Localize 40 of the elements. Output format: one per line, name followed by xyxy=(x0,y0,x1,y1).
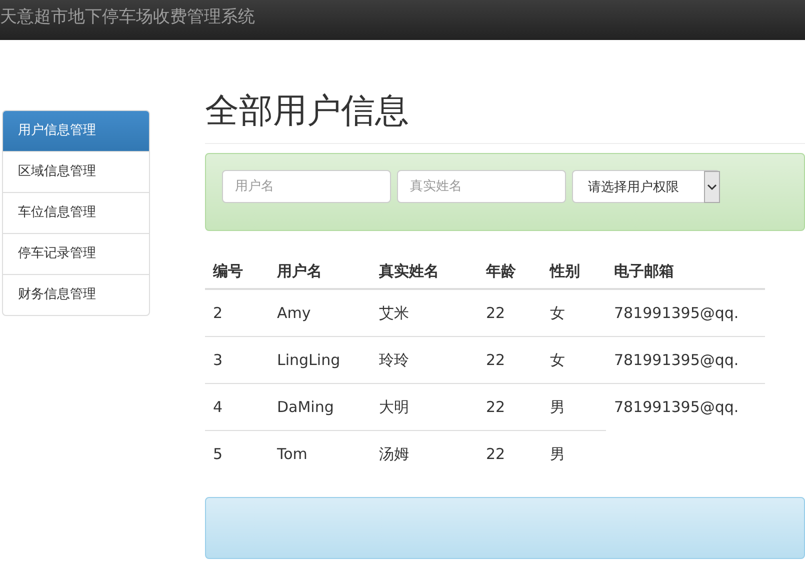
table-cell: 玲玲 xyxy=(379,350,409,368)
permission-select[interactable]: 请选择用户权限 xyxy=(572,170,720,203)
table-cell: 781991395@qq. xyxy=(614,398,739,416)
table-cell: Tom xyxy=(277,445,308,463)
column-header: 编号 xyxy=(205,255,269,289)
caret-icon xyxy=(704,170,720,202)
table-cell: 汤姆 xyxy=(379,444,409,462)
username-field[interactable]: 用户名 xyxy=(222,170,391,203)
table-cell: 4 xyxy=(213,398,223,416)
table-cell: 22 xyxy=(486,304,506,322)
column-header: 真实姓名 xyxy=(371,255,478,289)
table-cell: 22 xyxy=(486,398,506,416)
table-cell: 女 xyxy=(550,350,565,368)
table-cell: 5 xyxy=(213,445,223,463)
table-cell: 女 xyxy=(550,304,565,322)
sidebar-item[interactable]: 用户信息管理 xyxy=(3,111,149,151)
table-cell: 艾米 xyxy=(379,304,409,322)
column-header: 年龄 xyxy=(478,255,542,289)
app-title: 天意超市地下停车场收费管理系统 xyxy=(0,6,255,28)
table-cell: Amy xyxy=(277,304,311,322)
column-header: 用户名 xyxy=(269,255,371,289)
table-cell: 男 xyxy=(550,444,565,462)
table-cell: 男 xyxy=(550,398,565,416)
sidebar-item[interactable]: 区域信息管理 xyxy=(3,151,149,192)
column-header: 电子邮箱 xyxy=(606,255,765,289)
sidebar-item[interactable]: 财务信息管理 xyxy=(3,274,149,315)
table-cell: DaMing xyxy=(277,398,334,416)
column-header: 性别 xyxy=(542,255,606,289)
table-cell: LingLing xyxy=(277,351,340,369)
realname-field[interactable]: 真实姓名 xyxy=(397,170,566,203)
table-cell: 781991395@qq. xyxy=(614,304,739,322)
sidebar-item[interactable]: 停车记录管理 xyxy=(3,233,149,274)
table-cell: 大明 xyxy=(379,398,409,416)
table-cell: 781991395@qq. xyxy=(614,351,739,369)
table-cell: 22 xyxy=(486,351,506,369)
table-cell: 3 xyxy=(213,351,223,369)
table-cell: 22 xyxy=(486,445,506,463)
page-title: 全部用户信息 xyxy=(205,88,805,144)
table-cell: 2 xyxy=(213,304,223,322)
sidebar-item[interactable]: 车位信息管理 xyxy=(3,192,149,233)
